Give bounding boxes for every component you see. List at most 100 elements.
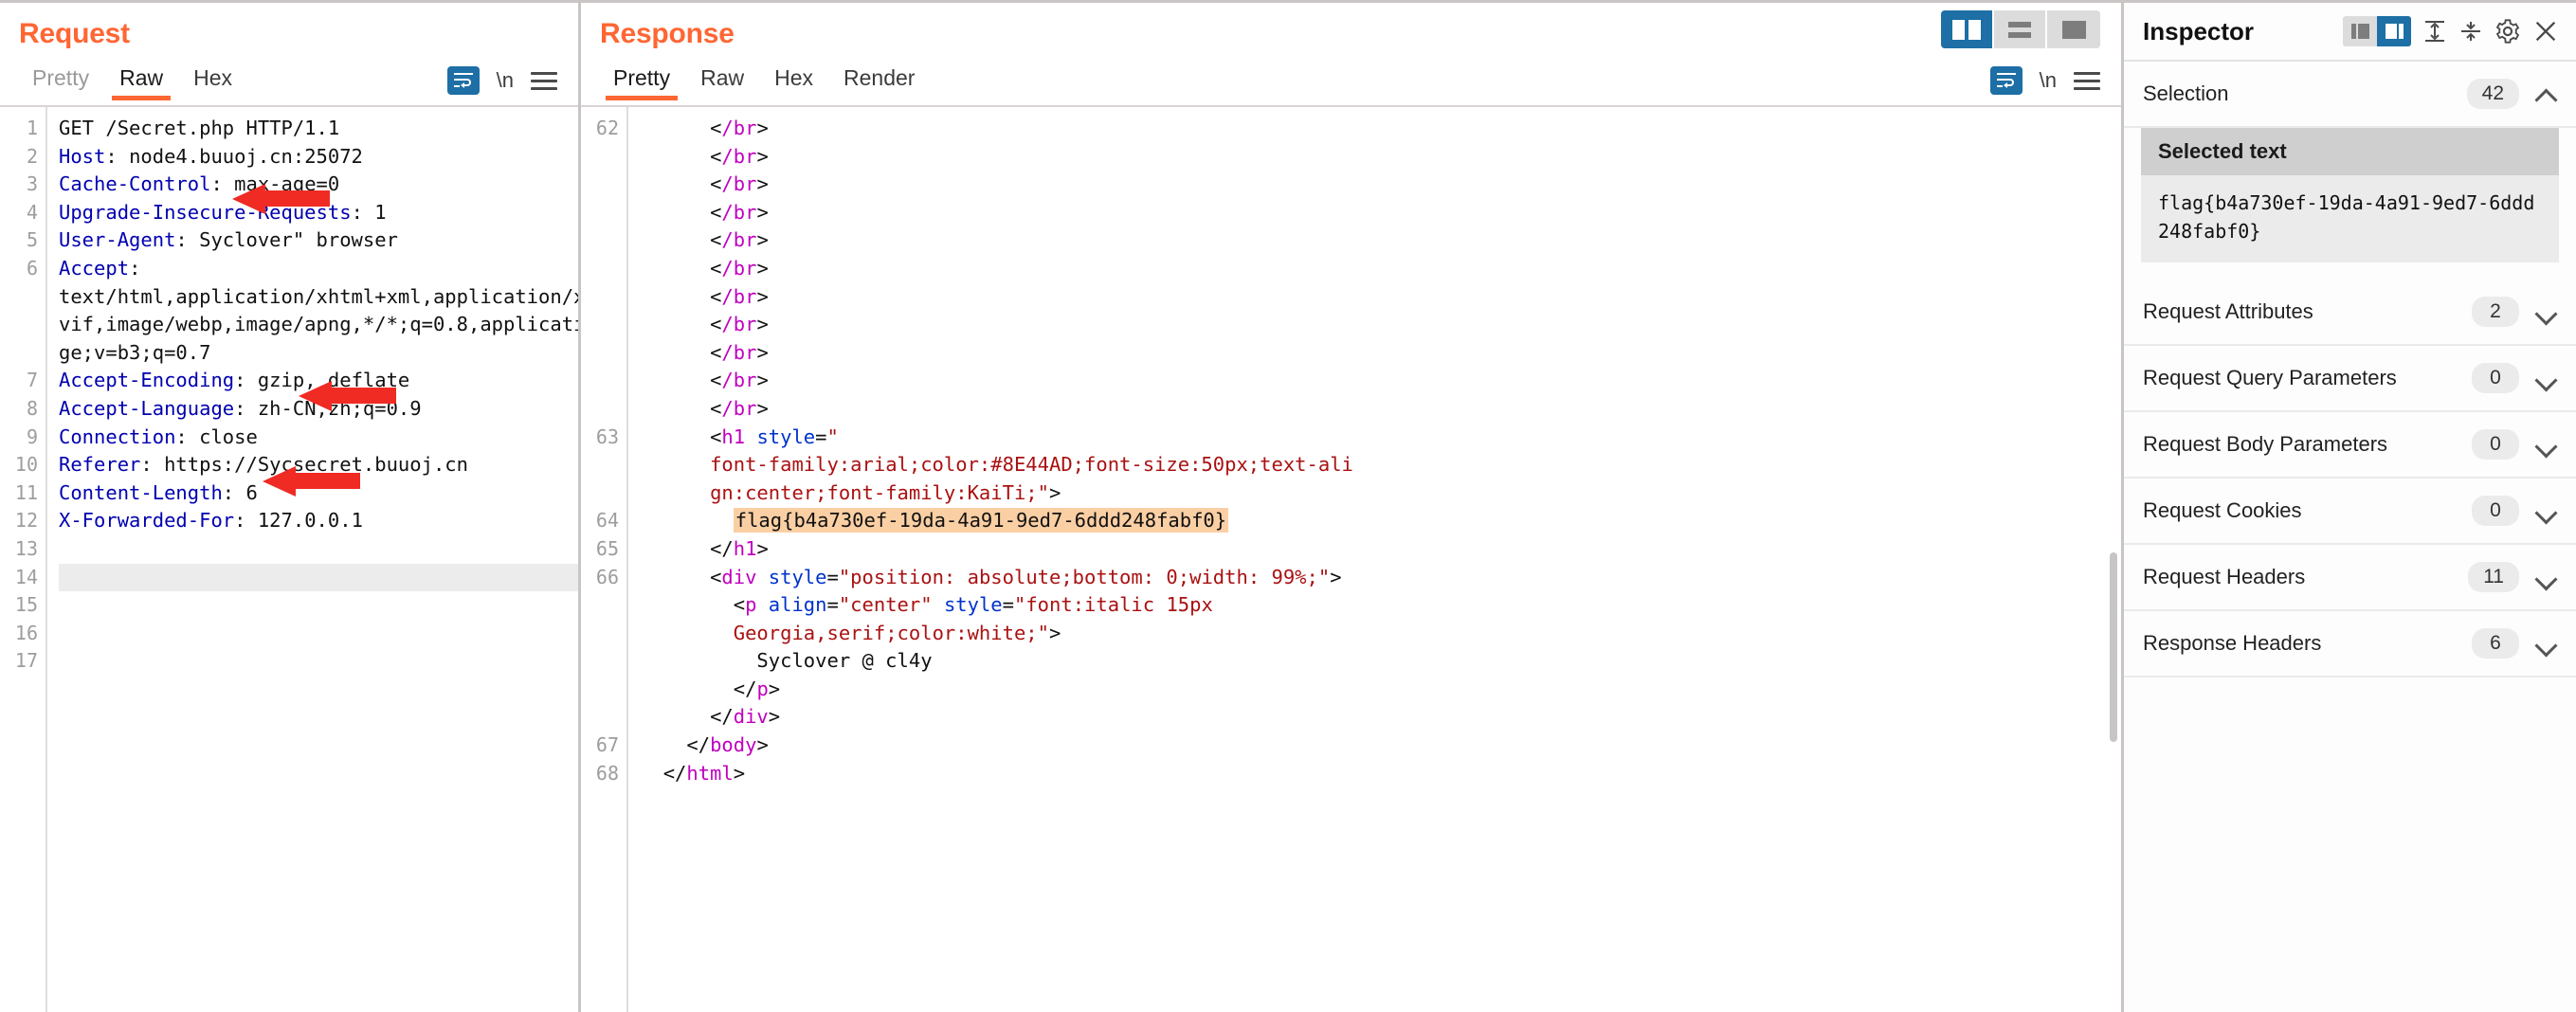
code-line[interactable]: <h1 style="	[640, 424, 2121, 452]
response-newline-toggle[interactable]: \n	[2040, 68, 2057, 93]
code-line[interactable]: vif,image/webp,image/apng,*/*;q=0.8,appl…	[59, 311, 578, 339]
code-line[interactable]: </br>	[640, 255, 2121, 283]
code-line[interactable]: </br>	[640, 226, 2121, 255]
code-line[interactable]: Accept-Encoding: gzip, deflate	[59, 367, 578, 395]
code-line[interactable]: Upgrade-Insecure-Requests: 1	[59, 199, 578, 227]
code-line[interactable]: </br>	[640, 367, 2121, 395]
code-line[interactable]: flag{b4a730ef-19da-4a91-9ed7-6ddd248fabf…	[640, 507, 2121, 535]
inspector-section-request-body-parameters[interactable]: Request Body Parameters 0	[2124, 412, 2576, 479]
line-number	[581, 283, 619, 312]
chevron-down-icon[interactable]	[2536, 368, 2557, 389]
code-line[interactable]: </br>	[640, 395, 2121, 424]
code-line[interactable]: </br>	[640, 171, 2121, 199]
code-line[interactable]	[59, 620, 578, 648]
code-line[interactable]	[59, 563, 578, 592]
code-line[interactable]: <div style="position: absolute;bottom: 0…	[640, 564, 2121, 592]
hamburger-menu-icon	[2074, 71, 2100, 90]
inspector-close-button[interactable]	[2532, 18, 2559, 45]
request-menu-button[interactable]	[531, 71, 557, 90]
code-line[interactable]: </h1>	[640, 535, 2121, 564]
line-number: 67	[595, 733, 619, 757]
request-tabs: Pretty Raw Hex \n	[0, 56, 578, 105]
tab-response-pretty[interactable]: Pretty	[598, 60, 685, 102]
response-menu-button[interactable]	[2074, 71, 2100, 90]
selected-text-value[interactable]: flag{b4a730ef-19da-4a91-9ed7-6ddd248fabf…	[2141, 175, 2559, 262]
inspector-dock-right-button[interactable]	[2377, 16, 2411, 46]
code-line[interactable]: </html>	[640, 760, 2121, 788]
tab-request-hex[interactable]: Hex	[178, 60, 247, 102]
response-word-wrap-button[interactable]	[1989, 66, 2023, 95]
tab-response-hex[interactable]: Hex	[759, 60, 828, 102]
line-number: 15	[14, 593, 38, 617]
code-line[interactable]: </br>	[640, 115, 2121, 143]
line-number	[581, 171, 619, 199]
code-line[interactable]: Host: node4.buuoj.cn:25072	[59, 143, 578, 172]
code-line[interactable]: Content-Length: 6	[59, 479, 578, 508]
line-number: 13	[14, 536, 38, 560]
code-line[interactable]: ge;v=b3;q=0.7	[59, 339, 578, 368]
code-line[interactable]: </div>	[640, 703, 2121, 732]
inspector-section-request-attributes[interactable]: Request Attributes 2	[2124, 280, 2576, 346]
inspector-section-selection[interactable]: Selection 42	[2124, 62, 2576, 128]
split-horizontal-layout-button[interactable]	[1994, 10, 2047, 48]
code-line[interactable]: Accept:	[59, 255, 578, 283]
code-line[interactable]: </br>	[640, 311, 2121, 339]
inspector-section-response-headers[interactable]: Response Headers 6	[2124, 611, 2576, 678]
code-line[interactable]: Accept-Language: zh-CN,zh;q=0.9	[59, 395, 578, 424]
code-line[interactable]: Referer: https://Sycsecret.buuoj.cn	[59, 451, 578, 479]
code-line[interactable]: Connection: close	[59, 424, 578, 452]
chevron-down-icon[interactable]	[2536, 500, 2557, 521]
chevron-down-icon[interactable]	[2536, 434, 2557, 455]
request-word-wrap-button[interactable]	[446, 66, 480, 95]
code-line[interactable]: Syclover @ cl4y	[640, 647, 2121, 676]
code-line[interactable]: </br>	[640, 199, 2121, 227]
inspector-section-request-query-parameters[interactable]: Request Query Parameters 0	[2124, 346, 2576, 412]
line-number: 64	[595, 509, 619, 533]
collapse-all-button[interactable]	[2458, 19, 2483, 44]
line-number: 16	[14, 621, 38, 644]
code-line[interactable]: gn:center;font-family:KaiTi;">	[640, 479, 2121, 508]
expand-all-button[interactable]	[2422, 19, 2447, 44]
code-line[interactable]: GET /Secret.php HTTP/1.1	[59, 115, 578, 143]
inspector-dock-left-button[interactable]	[2343, 16, 2377, 46]
response-code-content[interactable]: </br> </br> </br> </br> </br> </br> </br…	[628, 107, 2121, 1012]
code-line[interactable]: X-Forwarded-For: 127.0.0.1	[59, 507, 578, 535]
code-line[interactable]	[59, 591, 578, 620]
request-newline-toggle[interactable]: \n	[497, 68, 514, 93]
code-line[interactable]: Georgia,serif;color:white;">	[640, 620, 2121, 648]
code-line[interactable]: User-Agent: Syclover" browser	[59, 226, 578, 255]
split-vertical-layout-button[interactable]	[1941, 10, 1994, 48]
inspector-settings-button[interactable]	[2494, 18, 2521, 45]
tab-request-raw[interactable]: Raw	[104, 60, 178, 102]
chevron-down-icon[interactable]	[2536, 567, 2557, 587]
code-line[interactable]	[59, 647, 578, 676]
single-pane-layout-button[interactable]	[2047, 10, 2100, 48]
code-line[interactable]: <p align="center" style="font:italic 15p…	[640, 591, 2121, 620]
response-scrollbar[interactable]	[2110, 552, 2117, 742]
tab-request-pretty[interactable]: Pretty	[17, 60, 104, 102]
chevron-down-icon[interactable]	[2536, 633, 2557, 654]
response-code-area[interactable]: 62 63 64 65 66 67 68 </br> </br> </br> </br> <…	[581, 107, 2121, 1012]
line-number: 11	[14, 480, 38, 504]
line-number	[581, 255, 619, 283]
code-line[interactable]: font-family:arial;color:#8E44AD;font-siz…	[640, 451, 2121, 479]
chevron-up-icon[interactable]	[2536, 83, 2557, 104]
code-line[interactable]: </br>	[640, 339, 2121, 368]
code-line[interactable]: </br>	[640, 283, 2121, 312]
line-number	[0, 311, 38, 339]
inspector-section-request-cookies[interactable]: Request Cookies 0	[2124, 479, 2576, 545]
tab-response-render[interactable]: Render	[828, 60, 930, 102]
request-code-content[interactable]: GET /Secret.php HTTP/1.1 Host: node4.buuo…	[47, 107, 578, 1012]
code-line[interactable]: </p>	[640, 676, 2121, 704]
chevron-down-icon[interactable]	[2536, 301, 2557, 322]
code-line[interactable]: Cache-Control: max-age=0	[59, 171, 578, 199]
line-number: 8	[26, 396, 38, 420]
code-line[interactable]: text/html,application/xhtml+xml,applicat…	[59, 283, 578, 312]
tab-response-raw[interactable]: Raw	[685, 60, 759, 102]
request-code-area[interactable]: 1 2 3 4 5 6 7 8 9 10 11 12 13 14 15 16 17 GET /Secret.ph…	[0, 107, 578, 1012]
line-number	[581, 395, 619, 424]
code-line[interactable]: </br>	[640, 143, 2121, 172]
code-line[interactable]: </body>	[640, 732, 2121, 760]
code-line[interactable]	[59, 535, 578, 564]
inspector-section-request-headers[interactable]: Request Headers 11	[2124, 545, 2576, 611]
